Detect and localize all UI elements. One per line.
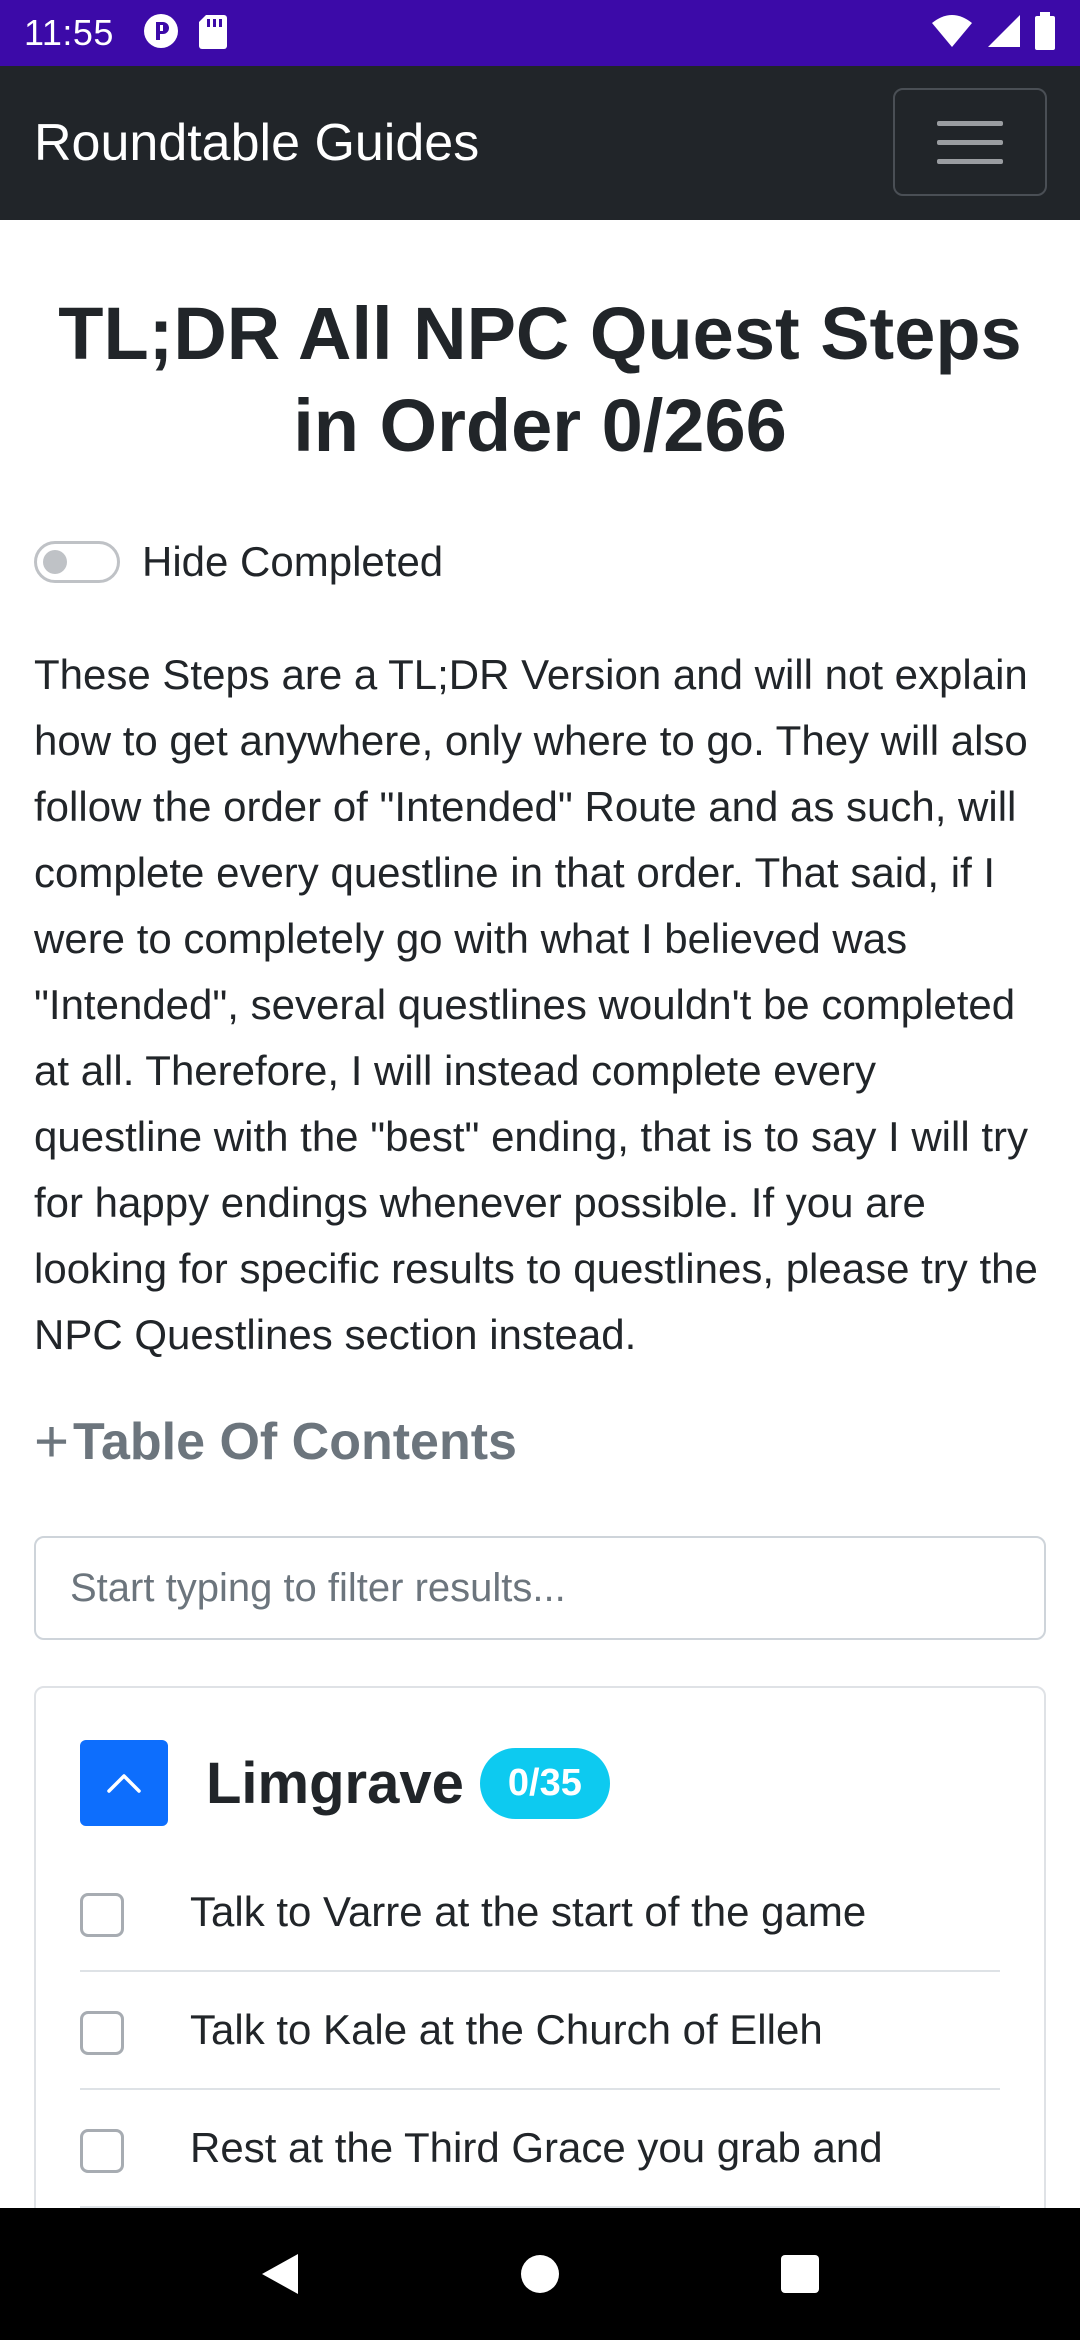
collapse-button[interactable] (80, 1740, 168, 1826)
step-checkbox[interactable] (80, 1893, 124, 1937)
list-item: Talk to Kale at the Church of Elleh (80, 1972, 1000, 2090)
system-navigation-bar (0, 2208, 1080, 2340)
chevron-up-icon (107, 1774, 141, 1793)
status-time: 11:55 (24, 12, 114, 53)
status-right-icons (930, 11, 1056, 55)
list-item: Rest at the Third Grace you grab and (80, 2090, 1000, 2208)
notification-icon (142, 12, 180, 55)
home-button[interactable] (500, 2234, 580, 2314)
section-header: Limgrave 0/35 (80, 1740, 1000, 1826)
recents-button[interactable] (760, 2234, 840, 2314)
hamburger-menu-icon (937, 139, 1003, 145)
list-item: Talk to Varre at the start of the game (80, 1854, 1000, 1972)
step-checkbox[interactable] (80, 2129, 124, 2173)
hide-completed-switch[interactable] (34, 541, 120, 583)
status-bar: 11:55 (0, 0, 1080, 66)
filter-input[interactable] (34, 1536, 1046, 1640)
back-button[interactable] (240, 2234, 320, 2314)
recents-icon (781, 2255, 819, 2293)
battery-icon (1034, 11, 1056, 55)
section-card-limgrave: Limgrave 0/35 Talk to Varre at the start… (34, 1686, 1046, 2208)
steps-list: Talk to Varre at the start of the game T… (80, 1854, 1000, 2208)
hide-completed-label[interactable]: Hide Completed (142, 538, 443, 586)
hamburger-menu-icon (937, 120, 1003, 126)
back-icon (262, 2254, 298, 2294)
table-of-contents-label: Table Of Contents (73, 1413, 517, 1471)
navbar-toggle-button[interactable] (893, 88, 1047, 196)
step-checkbox[interactable] (80, 2011, 124, 2055)
table-of-contents-toggle[interactable]: + Table Of Contents (34, 1412, 1046, 1472)
plus-icon: + (34, 1408, 70, 1475)
step-text: Talk to Varre at the start of the game (190, 1888, 867, 1935)
home-icon (521, 2255, 559, 2293)
step-text: Rest at the Third Grace you grab and (190, 2124, 883, 2171)
section-title: Limgrave (206, 1750, 464, 1816)
signal-icon (986, 13, 1022, 54)
intro-paragraph: These Steps are a TL;DR Version and will… (34, 651, 1038, 1358)
main-content: TL;DR All NPC Quest Steps in Order 0/266… (0, 220, 1080, 2208)
navbar: Roundtable Guides (0, 66, 1080, 220)
page-title: TL;DR All NPC Quest Steps in Order 0/266 (58, 292, 1022, 467)
brand-link[interactable]: Roundtable Guides (34, 113, 479, 173)
progress-badge: 0/35 (479, 1747, 610, 1819)
wifi-icon (930, 13, 974, 54)
hamburger-menu-icon (937, 158, 1003, 164)
sd-card-icon (198, 13, 228, 54)
step-text: Talk to Kale at the Church of Elleh (190, 2006, 823, 2053)
hide-completed-row: Hide Completed (34, 538, 1046, 586)
status-left-icons (142, 12, 228, 55)
